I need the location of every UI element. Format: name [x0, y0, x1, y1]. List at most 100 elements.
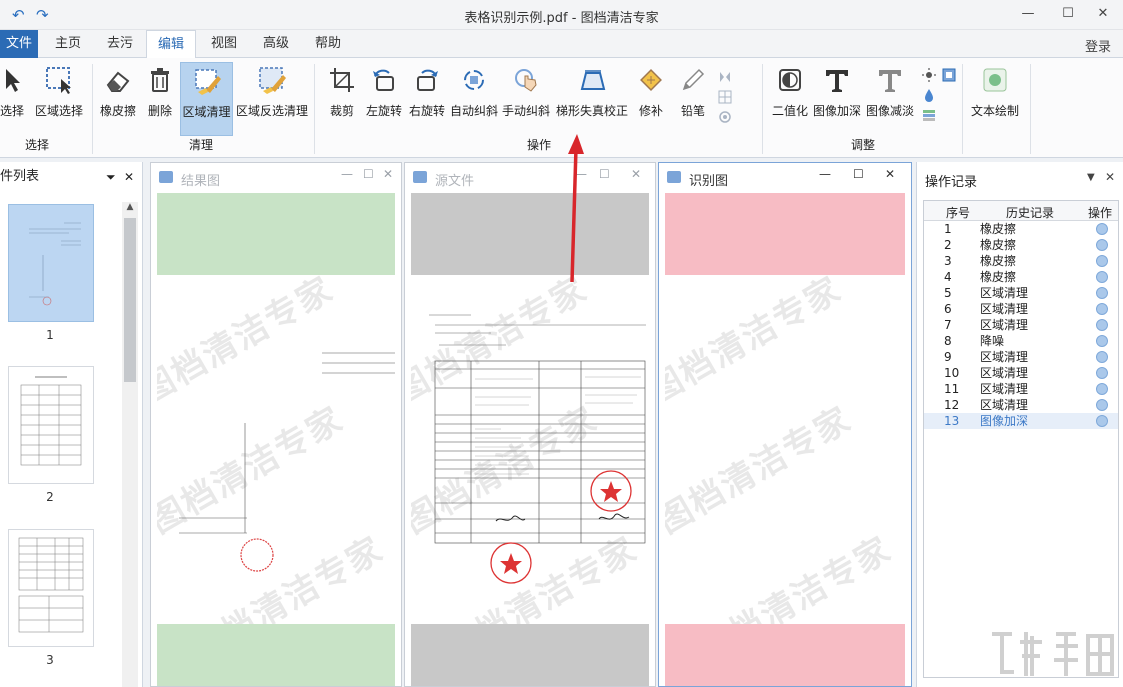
history-row[interactable]: 10 区域清理	[924, 365, 1118, 381]
history-row[interactable]: 4 橡皮擦	[924, 269, 1118, 285]
dropdown-icon[interactable]: ▼	[1087, 172, 1095, 183]
history-row[interactable]: 8 降噪	[924, 333, 1118, 349]
scroll-thumb[interactable]	[124, 218, 136, 382]
history-row-action: 区域清理	[980, 318, 1029, 332]
brightness-icon[interactable]	[922, 68, 936, 82]
undo-step-icon[interactable]	[1096, 319, 1108, 331]
delete-tool[interactable]: 删除	[144, 62, 176, 126]
history-row[interactable]: 9 区域清理	[924, 349, 1118, 365]
history-row[interactable]: 13 图像加深	[924, 413, 1118, 429]
scroll-up-icon[interactable]: ▲	[122, 202, 138, 216]
image-lighten-tool[interactable]: 图像减淡	[864, 62, 916, 126]
close-panel-icon[interactable]: ✕	[124, 162, 134, 192]
area-inverse-clean-tool[interactable]: 区域反选清理	[236, 62, 308, 126]
area-clean-label: 区域清理	[182, 105, 231, 119]
scale-icon[interactable]	[718, 110, 732, 124]
source-document-view[interactable]: 图档清洁专家 图档清洁专家 图档清洁专家	[411, 193, 649, 686]
menu-edit[interactable]: 编辑	[146, 30, 196, 59]
pane-maximize-icon[interactable]: ☐	[363, 167, 374, 181]
rotate-right-tool[interactable]: 右旋转	[406, 62, 448, 126]
crop-icon	[330, 68, 354, 92]
history-row-index: 10	[944, 366, 960, 380]
page-thumbnail-2[interactable]	[8, 366, 94, 484]
undo-step-icon[interactable]	[1096, 255, 1108, 267]
history-row[interactable]: 12 区域清理	[924, 397, 1118, 413]
trapezoid-correction-tool[interactable]: 梯形失真校正	[554, 62, 630, 126]
binarize-label: 二值化	[771, 104, 808, 118]
history-row[interactable]: 11 区域清理	[924, 381, 1118, 397]
undo-step-icon[interactable]	[1096, 223, 1108, 235]
history-row-index: 12	[944, 398, 960, 412]
page-thumbnail-1[interactable]	[8, 204, 94, 322]
history-row[interactable]: 3 橡皮擦	[924, 253, 1118, 269]
undo-step-icon[interactable]	[1096, 303, 1108, 315]
menu-view[interactable]: 视图	[204, 30, 244, 58]
result-top-band	[157, 193, 395, 275]
result-document-view[interactable]: 图档清洁专家 图档清洁专家 图档清洁专家	[157, 193, 395, 686]
menu-file[interactable]: 文件	[0, 30, 38, 58]
menu-decontaminate[interactable]: 去污	[100, 30, 140, 58]
undo-step-icon[interactable]	[1096, 383, 1108, 395]
levels-icon[interactable]	[922, 108, 936, 122]
history-row[interactable]: 5 区域清理	[924, 285, 1118, 301]
manual-deskew-tool[interactable]: 手动纠斜	[500, 62, 552, 126]
clean-group-label: 清理	[188, 138, 213, 152]
history-row[interactable]: 1 橡皮擦	[924, 221, 1118, 237]
undo-step-icon[interactable]	[1096, 287, 1108, 299]
undo-step-icon[interactable]	[1096, 271, 1108, 283]
undo-step-icon[interactable]	[1096, 415, 1108, 427]
history-row[interactable]: 2 橡皮擦	[924, 237, 1118, 253]
drop-icon[interactable]	[922, 88, 936, 102]
binarize-tool[interactable]: 二值化	[770, 62, 810, 126]
thumbnail-scrollbar[interactable]: ▲	[122, 202, 138, 687]
result-document-content	[179, 352, 395, 572]
undo-step-icon[interactable]	[1096, 399, 1108, 411]
history-row-index: 5	[944, 286, 952, 300]
recognition-document-view[interactable]: 图档清洁专家 图档清洁专家 图档清洁专家	[665, 193, 905, 686]
undo-step-icon[interactable]	[1096, 335, 1108, 347]
pane-close-icon[interactable]: ✕	[631, 167, 641, 181]
pane-close-icon[interactable]: ✕	[885, 167, 895, 181]
pencil-tool[interactable]: 铅笔	[678, 62, 708, 126]
rotate-left-tool[interactable]: 左旋转	[362, 62, 406, 126]
grid-icon[interactable]	[718, 90, 732, 104]
crop-tool[interactable]: 裁剪	[326, 62, 358, 126]
area-clean-tool[interactable]: 区域清理	[180, 62, 233, 136]
undo-step-icon[interactable]	[1096, 367, 1108, 379]
contrast-icon[interactable]	[942, 68, 956, 82]
pane-maximize-icon[interactable]: ☐	[853, 167, 864, 181]
text-draw-tool[interactable]: 文本绘制	[968, 62, 1022, 126]
menu-home[interactable]: 主页	[48, 30, 88, 58]
select-tool[interactable]: 选择	[0, 62, 26, 126]
menu-bar: 文件 主页 去污 编辑 视图 高级 帮助 登录	[0, 30, 1123, 59]
mirror-icon[interactable]	[718, 70, 732, 84]
text-draw-icon	[983, 68, 1007, 92]
pane-minimize-icon[interactable]: —	[819, 167, 831, 181]
filter-icon[interactable]: ⏷	[106, 162, 116, 192]
pane-header: 结果图 — ☐ ✕	[151, 163, 401, 191]
pane-maximize-icon[interactable]: ☐	[599, 167, 610, 181]
pane-minimize-icon[interactable]: —	[341, 167, 353, 181]
rotate-right-icon	[417, 69, 438, 91]
patch-tool[interactable]: 修补	[636, 62, 666, 126]
close-button[interactable]: ✕	[1090, 4, 1116, 24]
pane-close-icon[interactable]: ✕	[383, 167, 393, 181]
image-lighten-label: 图像减淡	[865, 104, 914, 118]
area-select-tool[interactable]: 区域选择	[32, 62, 86, 126]
auto-deskew-tool[interactable]: 自动纠斜	[448, 62, 500, 126]
image-deepen-tool[interactable]: 图像加深	[812, 62, 862, 126]
close-panel-icon[interactable]: ✕	[1105, 170, 1115, 184]
rotate-left-icon	[373, 69, 394, 91]
login-link[interactable]: 登录	[1085, 36, 1111, 55]
page-thumbnail-3[interactable]	[8, 529, 94, 647]
undo-step-icon[interactable]	[1096, 351, 1108, 363]
menu-advanced[interactable]: 高级	[256, 30, 296, 58]
menu-help[interactable]: 帮助	[308, 30, 348, 58]
undo-step-icon[interactable]	[1096, 239, 1108, 251]
minimize-button[interactable]: —	[1015, 4, 1041, 24]
maximize-button[interactable]: ☐	[1055, 4, 1081, 24]
eraser-tool[interactable]: 橡皮擦	[96, 62, 140, 126]
history-row[interactable]: 6 区域清理	[924, 301, 1118, 317]
pane-title: 识别图	[689, 174, 729, 189]
history-row[interactable]: 7 区域清理	[924, 317, 1118, 333]
